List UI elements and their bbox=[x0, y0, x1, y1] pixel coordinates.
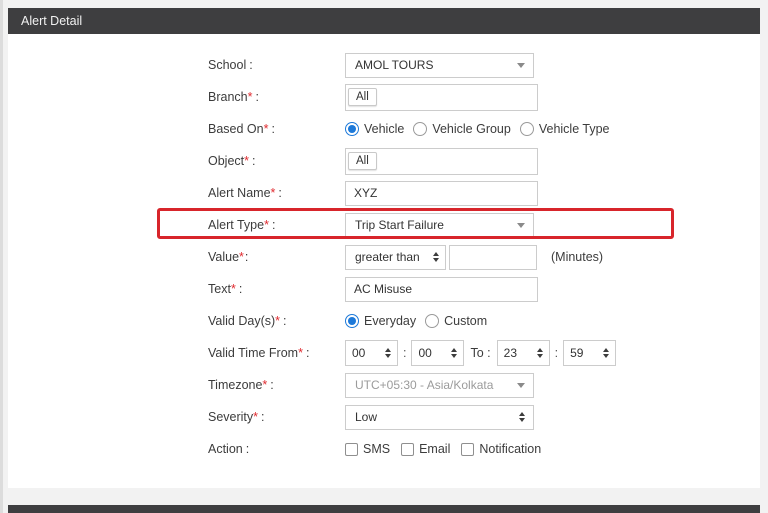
object-label: Object*: bbox=[208, 154, 345, 168]
radio-everyday-label[interactable]: Everyday bbox=[364, 314, 416, 328]
valid-days-label: Valid Day(s)*: bbox=[208, 314, 345, 328]
form-row-valid-time: Valid Time From*: 00 : 00 To : 23 : bbox=[208, 337, 760, 369]
radio-vehicle-type-label[interactable]: Vehicle Type bbox=[539, 122, 610, 136]
form-row-timezone: Timezone*: UTC+05:30 - Asia/Kolkata bbox=[208, 369, 760, 401]
based-on-label: Based On*: bbox=[208, 122, 345, 136]
action-label: Action: bbox=[208, 442, 345, 456]
alert-name-input[interactable] bbox=[345, 181, 538, 206]
updown-icon bbox=[451, 348, 457, 358]
sms-checkbox[interactable] bbox=[345, 443, 358, 456]
from-hour-spinner[interactable]: 00 bbox=[345, 340, 398, 366]
text-label: Text*: bbox=[208, 282, 345, 296]
page-left-edge bbox=[0, 0, 3, 513]
form-row-school: School: AMOL TOURS bbox=[208, 49, 760, 81]
value-label: Value*: bbox=[208, 250, 345, 264]
form-row-severity: Severity*: Low bbox=[208, 401, 760, 433]
alert-type-selected-value: Trip Start Failure bbox=[355, 218, 444, 232]
branch-input[interactable]: All bbox=[345, 84, 538, 111]
sms-checkbox-label[interactable]: SMS bbox=[363, 442, 390, 456]
required-asterisk: * bbox=[262, 378, 267, 392]
alert-name-label: Alert Name*: bbox=[208, 186, 345, 200]
value-operator-selected: greater than bbox=[355, 250, 420, 264]
form-row-alert-type: Alert Type*: Trip Start Failure bbox=[208, 209, 760, 241]
chevron-down-icon bbox=[517, 383, 525, 388]
required-asterisk: * bbox=[253, 410, 258, 424]
email-checkbox-label[interactable]: Email bbox=[419, 442, 450, 456]
timezone-selected-value: UTC+05:30 - Asia/Kolkata bbox=[355, 378, 493, 392]
to-hour-spinner[interactable]: 23 bbox=[497, 340, 550, 366]
alert-type-select[interactable]: Trip Start Failure bbox=[345, 213, 534, 238]
radio-custom[interactable] bbox=[425, 314, 439, 328]
updown-icon bbox=[433, 252, 439, 262]
object-chip: All bbox=[348, 152, 377, 170]
required-asterisk: * bbox=[244, 154, 249, 168]
required-asterisk: * bbox=[298, 346, 303, 360]
form-row-based-on: Based On*: Vehicle Vehicle Group Vehicle… bbox=[208, 113, 760, 145]
time-separator: : bbox=[403, 346, 406, 360]
branch-chip: All bbox=[348, 88, 377, 106]
form-row-text: Text*: bbox=[208, 273, 760, 305]
chevron-down-icon bbox=[517, 63, 525, 68]
to-minute-spinner[interactable]: 59 bbox=[563, 340, 616, 366]
notification-checkbox-label[interactable]: Notification bbox=[479, 442, 541, 456]
form-row-branch: Branch*: All bbox=[208, 81, 760, 113]
to-label: To : bbox=[470, 346, 490, 360]
chevron-down-icon bbox=[517, 223, 525, 228]
severity-select[interactable]: Low bbox=[345, 405, 534, 430]
form-row-valid-days: Valid Day(s)*: Everyday Custom bbox=[208, 305, 760, 337]
minutes-hint: (Minutes) bbox=[551, 250, 603, 264]
form-row-action: Action: SMS Email Notification bbox=[208, 433, 760, 465]
panel-footer-bar bbox=[8, 505, 760, 513]
school-label: School: bbox=[208, 58, 345, 72]
value-amount-input[interactable] bbox=[449, 245, 537, 270]
from-minute-spinner[interactable]: 00 bbox=[411, 340, 464, 366]
updown-icon bbox=[385, 348, 391, 358]
required-asterisk: * bbox=[248, 90, 253, 104]
radio-vehicle[interactable] bbox=[345, 122, 359, 136]
object-input[interactable]: All bbox=[345, 148, 538, 175]
radio-vehicle-group-label[interactable]: Vehicle Group bbox=[432, 122, 511, 136]
school-selected-value: AMOL TOURS bbox=[355, 58, 433, 72]
form-row-object: Object*: All bbox=[208, 145, 760, 177]
email-checkbox[interactable] bbox=[401, 443, 414, 456]
value-operator-select[interactable]: greater than bbox=[345, 245, 446, 270]
required-asterisk: * bbox=[271, 186, 276, 200]
branch-label: Branch*: bbox=[208, 90, 345, 104]
radio-vehicle-label[interactable]: Vehicle bbox=[364, 122, 404, 136]
radio-custom-label[interactable]: Custom bbox=[444, 314, 487, 328]
radio-vehicle-type[interactable] bbox=[520, 122, 534, 136]
alert-type-label: Alert Type*: bbox=[208, 218, 345, 232]
radio-vehicle-group[interactable] bbox=[413, 122, 427, 136]
updown-icon bbox=[537, 348, 543, 358]
alert-detail-form: School: AMOL TOURS Branch*: All Based On… bbox=[8, 34, 760, 488]
updown-icon bbox=[603, 348, 609, 358]
valid-time-label: Valid Time From*: bbox=[208, 346, 345, 360]
text-input[interactable] bbox=[345, 277, 538, 302]
required-asterisk: * bbox=[264, 122, 269, 136]
timezone-select[interactable]: UTC+05:30 - Asia/Kolkata bbox=[345, 373, 534, 398]
required-asterisk: * bbox=[275, 314, 280, 328]
required-asterisk: * bbox=[264, 218, 269, 232]
required-asterisk: * bbox=[231, 282, 236, 296]
timezone-label: Timezone*: bbox=[208, 378, 345, 392]
severity-label: Severity*: bbox=[208, 410, 345, 424]
alert-detail-panel: Alert Detail School: AMOL TOURS Branch*:… bbox=[8, 8, 760, 488]
severity-selected-value: Low bbox=[355, 410, 377, 424]
updown-icon bbox=[519, 412, 525, 422]
panel-title: Alert Detail bbox=[8, 8, 760, 34]
form-row-alert-name: Alert Name*: bbox=[208, 177, 760, 209]
required-asterisk: * bbox=[239, 250, 244, 264]
time-separator: : bbox=[555, 346, 558, 360]
notification-checkbox[interactable] bbox=[461, 443, 474, 456]
school-select[interactable]: AMOL TOURS bbox=[345, 53, 534, 78]
form-row-value: Value*: greater than (Minutes) bbox=[208, 241, 760, 273]
radio-everyday[interactable] bbox=[345, 314, 359, 328]
